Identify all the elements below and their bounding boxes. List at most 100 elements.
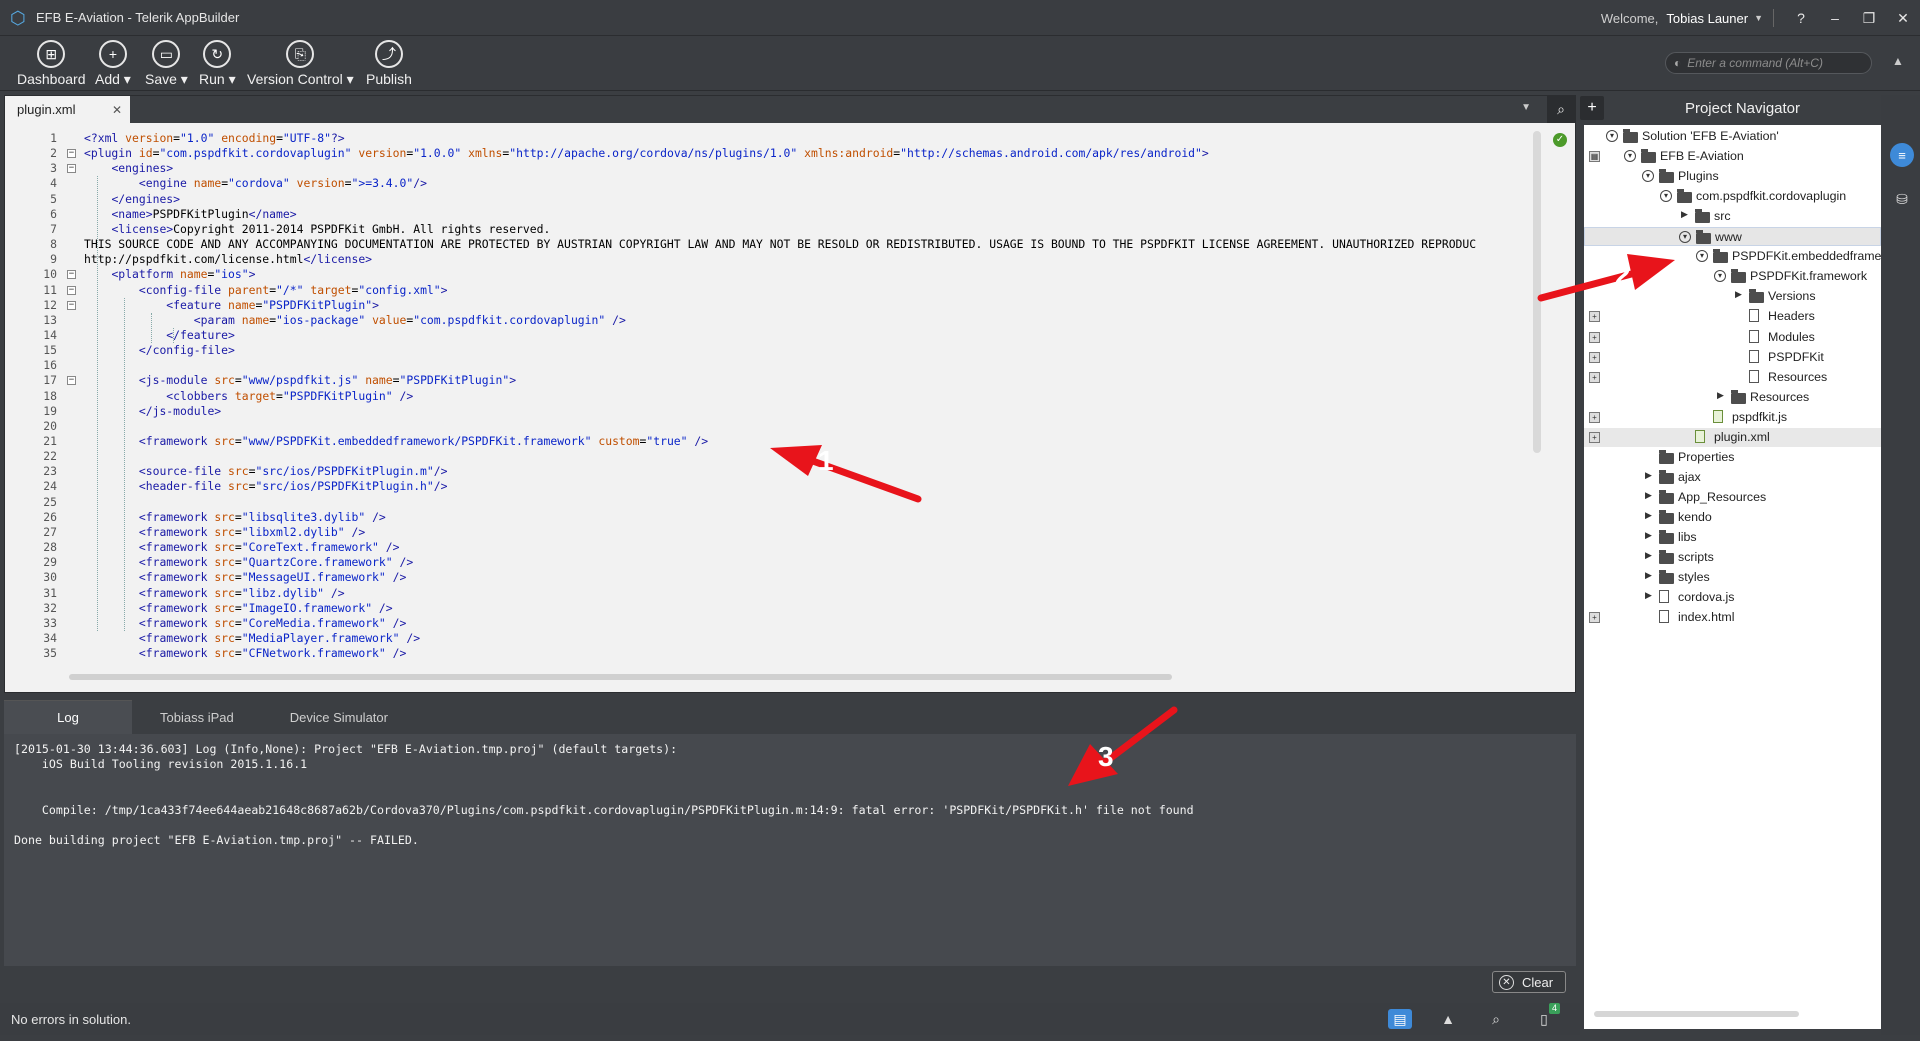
collapse-icon[interactable]: ▾ [1679, 231, 1691, 244]
tree-item[interactable]: + plugin.xml [1584, 427, 1881, 447]
tree-item[interactable]: + pspdfkit.js [1584, 408, 1881, 427]
tree-item[interactable]: ▾ com.pspdfkit.cordovaplugin [1584, 187, 1881, 206]
status-gutter-icon[interactable]: ▦ [1589, 151, 1600, 163]
expand-icon[interactable]: ▶ [1645, 530, 1652, 541]
fold-toggle-icon[interactable]: − [67, 164, 76, 174]
dashboard-button[interactable]: ⊞ Dashboard [17, 40, 86, 87]
line-number: 32 [43, 600, 57, 615]
tree-item[interactable]: ▶ libs [1584, 528, 1881, 547]
collapse-icon[interactable]: ▾ [1642, 170, 1654, 183]
tab-plugin-xml[interactable]: plugin.xml ✕ [5, 96, 130, 123]
tree-item[interactable]: + Modules [1584, 328, 1881, 347]
save-button[interactable]: ▭ Save ▾ [145, 40, 188, 88]
code-line: <framework src="libsqlite3.dylib" /> [138, 509, 386, 524]
close-button[interactable]: ✕ [1886, 10, 1920, 27]
fold-toggle-icon[interactable]: − [67, 149, 76, 159]
telerik-logo-icon: ⬡ [10, 7, 26, 28]
tree-item[interactable]: ▦ ▾ EFB E-Aviation [1584, 147, 1881, 166]
fold-toggle-icon[interactable]: − [67, 300, 76, 310]
output-log-icon[interactable]: ▤ [1388, 1009, 1412, 1029]
help-button[interactable]: ? [1784, 10, 1818, 26]
tree-item[interactable]: ▶ scripts [1584, 548, 1881, 567]
line-number: 13 [43, 312, 57, 327]
tree-horizontal-scrollbar[interactable] [1594, 1011, 1799, 1017]
tree-item[interactable]: ▶ ajax [1584, 468, 1881, 487]
warning-icon[interactable]: ▲ [1436, 1009, 1460, 1029]
status-gutter-icon[interactable]: + [1589, 612, 1600, 624]
add-item-icon[interactable]: + [1580, 96, 1604, 120]
code-line: <param name="ios-package" value="com.psp… [193, 312, 626, 327]
expand-icon[interactable]: ▶ [1681, 209, 1688, 220]
find-results-icon[interactable]: ⌕ [1484, 1009, 1508, 1029]
line-number: 17 [43, 373, 57, 388]
database-icon[interactable]: ⛁ [1890, 187, 1914, 211]
chevron-down-icon[interactable]: ▼ [1754, 13, 1763, 23]
fold-toggle-icon[interactable]: − [67, 270, 76, 280]
tree-item[interactable]: + index.html [1584, 608, 1881, 627]
tree-item[interactable]: ▾ www [1584, 227, 1881, 247]
status-gutter-icon[interactable]: + [1589, 371, 1600, 383]
tree-item[interactable]: + Resources [1584, 368, 1881, 387]
tree-item[interactable]: ▶ kendo [1584, 508, 1881, 527]
collapse-toolbar-icon[interactable]: ▲ [1892, 54, 1904, 68]
tab-tobiass-ipad[interactable]: Tobiass iPad [132, 700, 262, 734]
status-gutter-icon[interactable]: + [1589, 331, 1600, 343]
tree-item[interactable]: ▶ App_Resources [1584, 488, 1881, 507]
version-control-button[interactable]: ⎘ Version Control ▾ [247, 40, 354, 88]
collapse-icon[interactable]: ▾ [1624, 150, 1636, 163]
status-gutter-icon[interactable]: + [1589, 311, 1600, 323]
tab-log[interactable]: Log [4, 700, 132, 734]
line-number: 20 [43, 418, 57, 433]
command-placeholder: Enter a command (Alt+C) [1687, 56, 1823, 70]
clear-log-button[interactable]: ✕ Clear [1492, 971, 1566, 993]
expand-icon[interactable]: ▶ [1645, 590, 1652, 601]
minimize-button[interactable]: – [1818, 10, 1852, 26]
restore-button[interactable]: ❐ [1852, 10, 1886, 27]
status-gutter-icon[interactable]: + [1589, 431, 1600, 443]
tree-item[interactable]: + PSPDFKit [1584, 348, 1881, 367]
expand-icon[interactable]: ▶ [1645, 470, 1652, 481]
expand-icon[interactable]: ▶ [1735, 289, 1742, 300]
run-button[interactable]: ↻ Run ▾ [199, 40, 236, 88]
command-input[interactable]: ◐ Enter a command (Alt+C) [1665, 52, 1872, 74]
expand-icon[interactable]: ▶ [1717, 390, 1724, 401]
tree-item[interactable]: + Headers [1584, 307, 1881, 326]
expand-icon[interactable]: ▶ [1645, 510, 1652, 521]
dashboard-icon: ⊞ [37, 40, 66, 68]
project-navigator-icon[interactable]: ≡ [1890, 143, 1914, 167]
collapse-icon[interactable]: ▾ [1660, 190, 1672, 203]
fold-toggle-icon[interactable]: − [67, 376, 76, 386]
status-gutter-icon[interactable]: + [1589, 351, 1600, 363]
run-label: Run ▾ [199, 71, 236, 87]
tree-item-label: Resources [1750, 389, 1810, 404]
tree-item[interactable]: Properties [1584, 448, 1881, 467]
tree-item[interactable]: ▾ Plugins [1584, 167, 1881, 186]
line-number: 31 [43, 585, 57, 600]
collapse-icon[interactable]: ▾ [1714, 270, 1726, 283]
tree-item[interactable]: ▶ styles [1584, 568, 1881, 587]
tree-item-label: Properties [1678, 449, 1735, 464]
tree-item[interactable]: ▾ Solution 'EFB E-Aviation' [1584, 127, 1881, 146]
collapse-icon[interactable]: ▾ [1696, 250, 1708, 263]
close-tab-icon[interactable]: ✕ [112, 103, 122, 117]
expand-icon[interactable]: ▶ [1645, 490, 1652, 501]
expand-icon[interactable]: ▶ [1645, 570, 1652, 581]
tab-device-simulator[interactable]: Device Simulator [262, 700, 416, 734]
tree-item[interactable]: ▶ cordova.js [1584, 588, 1881, 607]
add-button[interactable]: + Add ▾ [95, 40, 131, 88]
save-label: Save ▾ [145, 71, 188, 87]
devices-icon[interactable]: ▯ 4 [1532, 1003, 1560, 1029]
status-gutter-icon[interactable]: + [1589, 411, 1600, 423]
editor-horizontal-scrollbar[interactable] [69, 674, 1172, 680]
tab-list-dropdown-icon[interactable]: ▼ [1521, 102, 1531, 113]
expand-icon[interactable]: ▶ [1645, 550, 1652, 561]
user-menu[interactable]: Tobias Launer [1666, 11, 1748, 26]
find-icon[interactable]: ⌕ [1547, 96, 1575, 123]
code-area[interactable]: 1 <?xml version="1.0" encoding="UTF-8"?> 2… [5, 131, 1530, 671]
collapse-icon[interactable]: ▾ [1606, 130, 1618, 142]
tree-item[interactable]: ▶ src [1584, 207, 1881, 226]
tree-item[interactable]: ▶ Resources [1584, 388, 1881, 407]
folder-icon [1731, 389, 1746, 404]
publish-button[interactable]: ⤴ Publish [366, 40, 412, 87]
fold-toggle-icon[interactable]: − [67, 285, 76, 295]
